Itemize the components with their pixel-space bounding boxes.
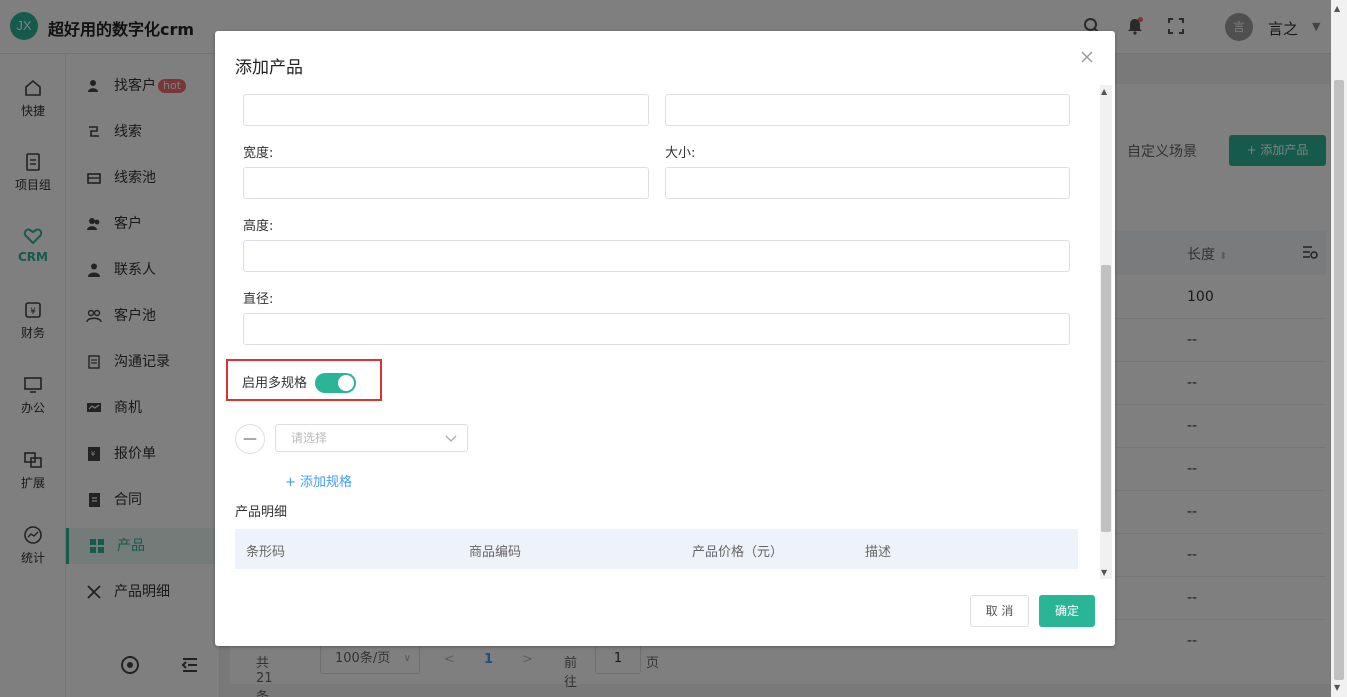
product-detail-table-header: 条形码 商品编码 产品价格（元） 描述 [235,529,1078,569]
add-product-dialog: 添加产品 宽度: 大小: 高度: 直径: 启用多规格 — 请选择 + 添加规格 … [215,31,1115,646]
toggle-knob [338,375,354,391]
size-field[interactable] [665,167,1070,199]
height-label: 高度: [243,219,274,234]
scroll-down-icon[interactable]: ▼ [1101,568,1107,577]
scrollbar-thumb[interactable] [1334,80,1344,680]
close-icon[interactable] [1079,49,1095,65]
column-header-barcode: 条形码 [246,545,286,560]
scroll-down-icon[interactable]: ▼ [1334,683,1340,692]
text-field-top-left[interactable] [243,94,649,126]
column-header-item-code: 商品编码 [469,545,522,560]
width-field[interactable] [243,167,649,199]
dialog-title: 添加产品 [235,58,303,78]
product-detail-title: 产品明细 [235,505,288,520]
page-scrollbar[interactable]: ▲ ▼ [1331,0,1347,697]
multi-spec-highlight: 启用多规格 [226,359,382,401]
dialog-scrollbar[interactable]: ▲ ▼ [1099,85,1113,579]
diameter-label: 直径: [243,292,274,307]
spec-select[interactable]: 请选择 [275,424,468,452]
remove-spec-button[interactable]: — [235,424,265,454]
size-label: 大小: [665,146,696,161]
height-field[interactable] [243,240,1070,272]
chevron-down-icon [445,435,457,442]
scroll-up-icon[interactable]: ▲ [1101,87,1107,96]
add-spec-link[interactable]: + 添加规格 [285,471,352,490]
column-header-description: 描述 [865,545,892,560]
scrollbar-thumb[interactable] [1101,265,1111,532]
spec-select-placeholder: 请选择 [291,431,328,445]
multi-spec-toggle[interactable] [315,373,356,393]
dialog-body: 宽度: 大小: 高度: 直径: 启用多规格 — 请选择 + 添加规格 产品明细 … [215,85,1115,579]
column-header-price: 产品价格（元） [692,545,784,560]
cancel-button[interactable]: 取 消 [970,595,1029,627]
multi-spec-label: 启用多规格 [242,376,308,391]
scroll-up-icon[interactable]: ▲ [1334,4,1340,13]
text-field-top-right[interactable] [665,94,1070,126]
diameter-field[interactable] [243,313,1070,345]
confirm-button[interactable]: 确定 [1039,595,1095,627]
width-label: 宽度: [243,146,274,161]
